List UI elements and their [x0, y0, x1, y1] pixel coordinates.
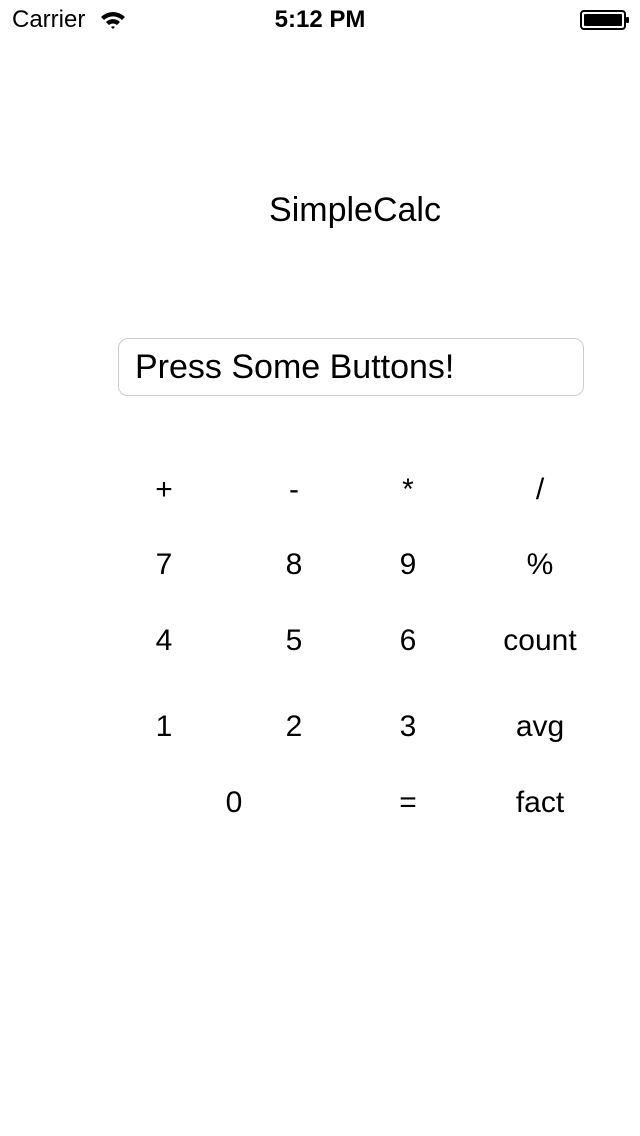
digit-6-button[interactable]: 6 [348, 613, 468, 669]
digit-0-button[interactable]: 0 [174, 775, 294, 831]
avg-button[interactable]: avg [480, 699, 600, 755]
fact-button[interactable]: fact [480, 775, 600, 831]
digit-7-button[interactable]: 7 [104, 537, 224, 593]
battery-icon [580, 10, 630, 30]
digit-9-button[interactable]: 9 [348, 537, 468, 593]
plus-button[interactable]: + [104, 462, 224, 518]
minus-button[interactable]: - [234, 462, 354, 518]
digit-3-button[interactable]: 3 [348, 699, 468, 755]
status-time: 5:12 PM [274, 6, 366, 33]
count-button[interactable]: count [480, 613, 600, 669]
status-bar: Carrier 5:12 PM [0, 0, 640, 40]
divide-button[interactable]: / [480, 462, 600, 518]
calc-display-field[interactable]: Press Some Buttons! [118, 338, 584, 396]
multiply-button[interactable]: * [348, 462, 468, 518]
app-title: SimpleCalc [269, 191, 441, 229]
digit-1-button[interactable]: 1 [104, 699, 224, 755]
mod-button[interactable]: % [480, 537, 600, 593]
digit-5-button[interactable]: 5 [234, 613, 354, 669]
equals-button[interactable]: = [348, 775, 468, 831]
digit-2-button[interactable]: 2 [234, 699, 354, 755]
digit-4-button[interactable]: 4 [104, 613, 224, 669]
digit-8-button[interactable]: 8 [234, 537, 354, 593]
